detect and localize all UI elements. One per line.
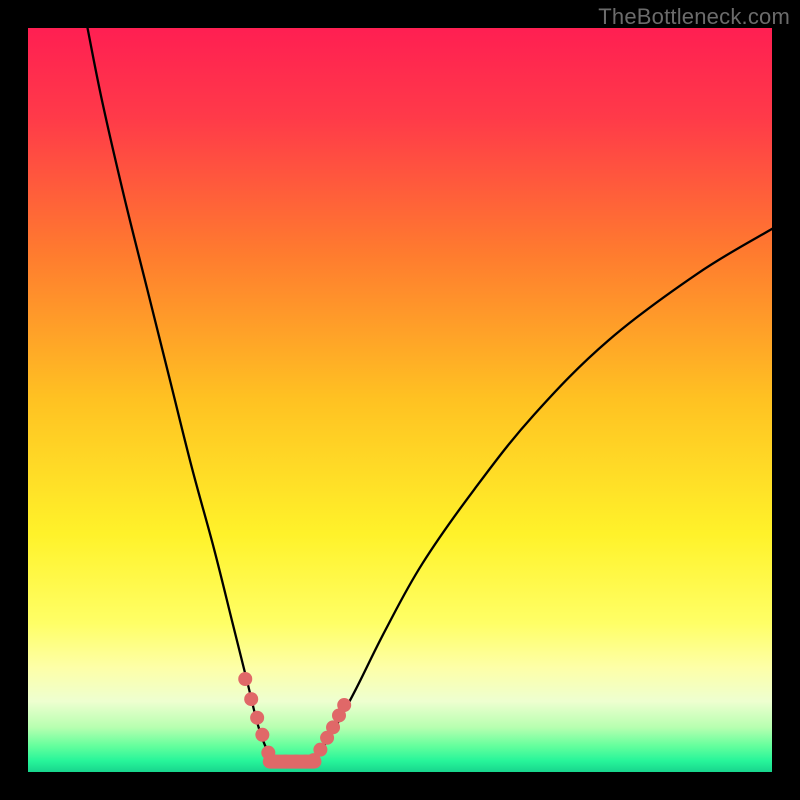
data-marker [326, 720, 340, 734]
data-marker [244, 692, 258, 706]
data-marker [238, 672, 252, 686]
plot-area [28, 28, 772, 772]
chart-frame: TheBottleneck.com [0, 0, 800, 800]
curves-layer [28, 28, 772, 772]
data-marker [255, 728, 269, 742]
data-marker [337, 698, 351, 712]
data-marker [250, 711, 264, 725]
data-marker [313, 743, 327, 757]
curve-right [303, 229, 772, 762]
watermark-text: TheBottleneck.com [598, 4, 790, 30]
curve-left [88, 28, 281, 762]
